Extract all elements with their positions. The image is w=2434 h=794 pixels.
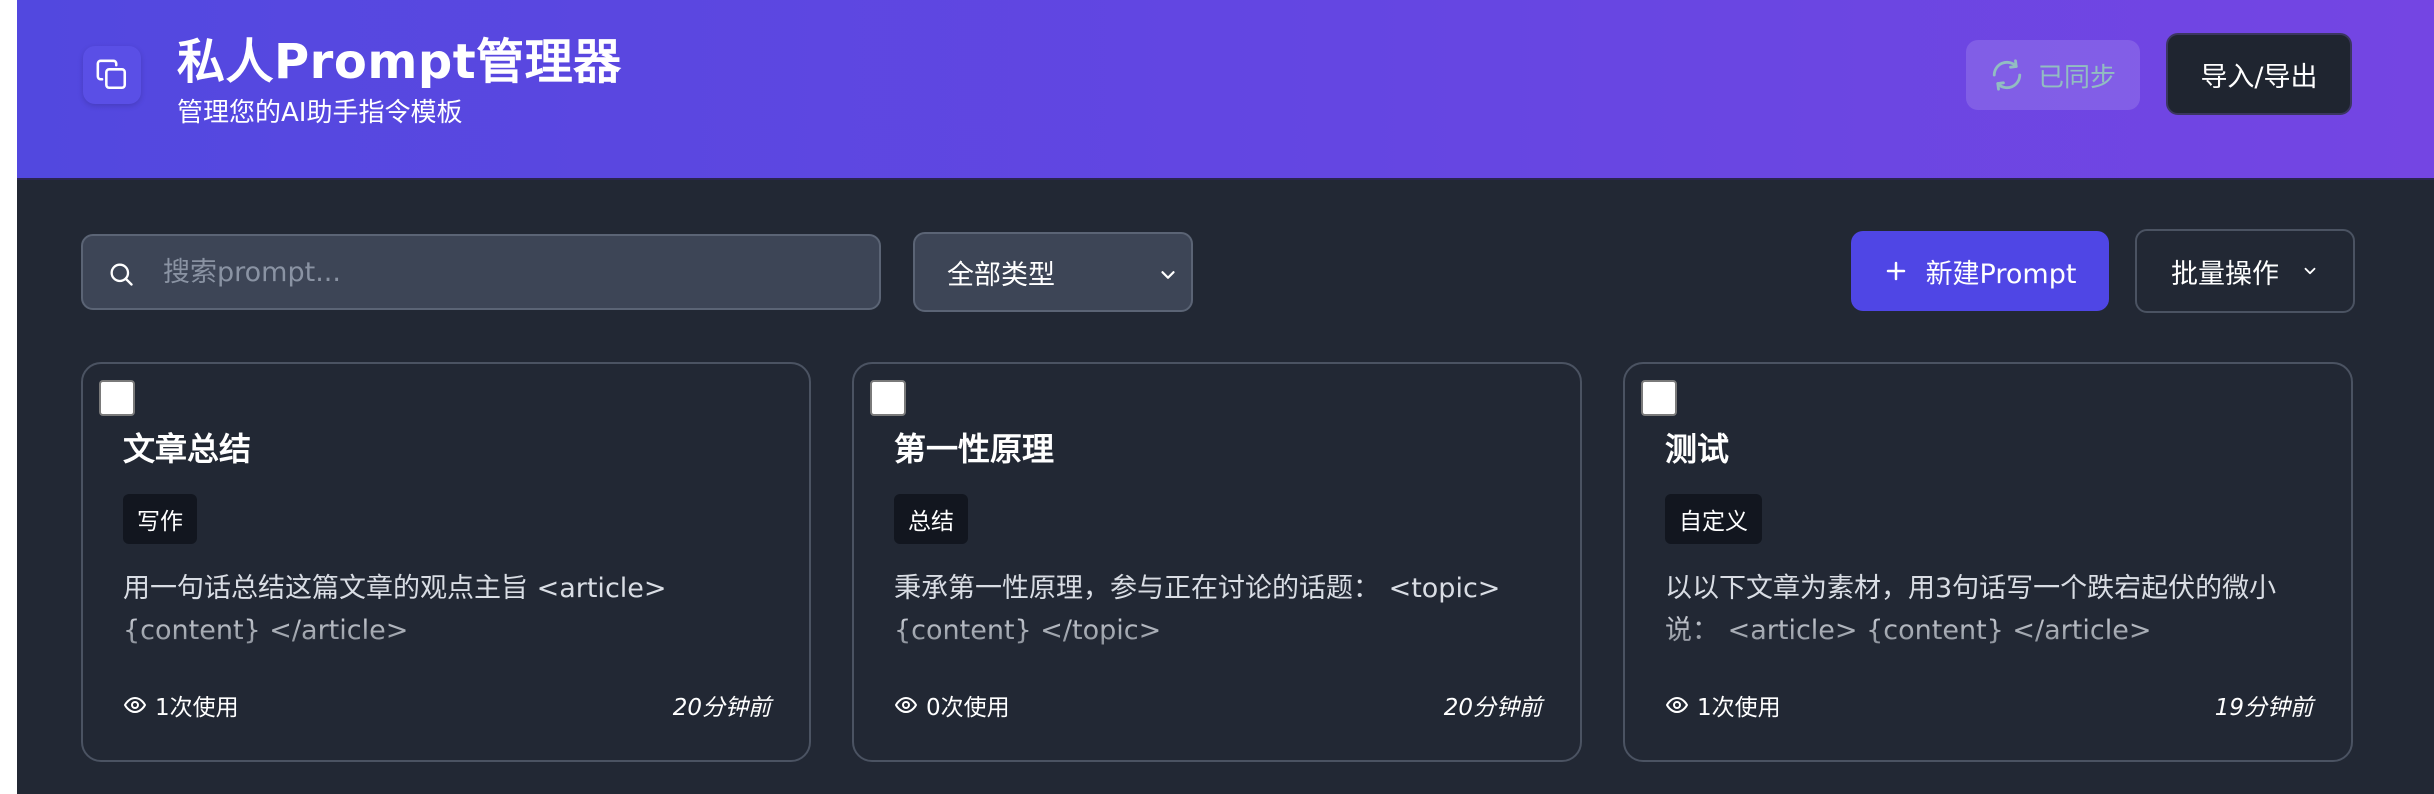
prompt-card[interactable]: 测试 自定义 以以下文章为素材，用3句话写一个跌宕起伏的微小说： <articl… [1623,362,2353,762]
eye-icon [1666,697,1688,713]
card-checkbox[interactable] [99,380,135,416]
prompt-card[interactable]: 第一性原理 总结 秉承第一性原理，参与正在讨论的话题： <topic> {con… [852,362,1582,762]
refresh-icon [1992,59,2022,91]
app-title: 私人Prompt管理器 [177,34,622,90]
usage-label: 1次使用 [1697,695,1781,721]
chevron-down-icon [2304,267,2316,275]
category-tag: 自定义 [1665,494,1762,544]
timestamp: 20分钟前 [1443,695,1542,721]
sync-status-button[interactable]: 已同步 [1966,40,2140,110]
card-content: 以以下文章为素材，用3句话写一个跌宕起伏的微小说： <article> {con… [1665,573,2277,646]
category-tag: 写作 [123,494,197,544]
search-input[interactable] [163,236,863,308]
new-prompt-label: 新建Prompt [1925,258,2077,290]
app-root: 私人Prompt管理器 管理您的AI助手指令模板 已同步 导入/导出 全部类型 [17,0,2434,794]
card-content: 用一句话总结这篇文章的观点主旨 <article> {content} </ar… [123,573,667,646]
prompt-card[interactable]: 文章总结 写作 用一句话总结这篇文章的观点主旨 <article> {conte… [81,362,811,762]
card-checkbox[interactable] [870,380,906,416]
usage-count: 1次使用 [1665,688,1781,722]
search-icon [110,263,133,286]
type-filter-value: 全部类型 [947,259,1055,291]
card-title: 第一性原理 [894,430,1055,468]
batch-actions-button[interactable]: 批量操作 [2135,229,2355,313]
usage-label: 0次使用 [926,695,1010,721]
chevron-down-icon [1161,271,1175,279]
search-box[interactable] [81,234,881,310]
import-export-button[interactable]: 导入/导出 [2166,33,2352,115]
plus-icon [1886,261,1905,281]
card-checkbox[interactable] [1641,380,1677,416]
card-title: 文章总结 [123,430,252,468]
eye-icon [124,697,146,713]
timestamp: 19分钟前 [2214,695,2313,721]
sync-label: 已同步 [2037,62,2116,93]
card-content: 秉承第一性原理，参与正在讨论的话题： <topic> {content} </t… [894,573,1501,646]
logo [83,46,141,104]
eye-icon [895,697,917,713]
type-filter-select[interactable]: 全部类型 [913,232,1193,312]
timestamp: 20分钟前 [672,695,771,721]
app-header: 私人Prompt管理器 管理您的AI助手指令模板 已同步 导入/导出 [17,0,2434,180]
new-prompt-button[interactable]: 新建Prompt [1851,231,2109,311]
usage-count: 0次使用 [894,688,1010,722]
usage-label: 1次使用 [155,695,239,721]
usage-count: 1次使用 [123,688,239,722]
card-title: 测试 [1665,430,1730,468]
category-tag: 总结 [894,494,968,544]
app-subtitle: 管理您的AI助手指令模板 [177,98,463,128]
copy-icon [96,59,127,90]
batch-label: 批量操作 [2171,258,2279,290]
